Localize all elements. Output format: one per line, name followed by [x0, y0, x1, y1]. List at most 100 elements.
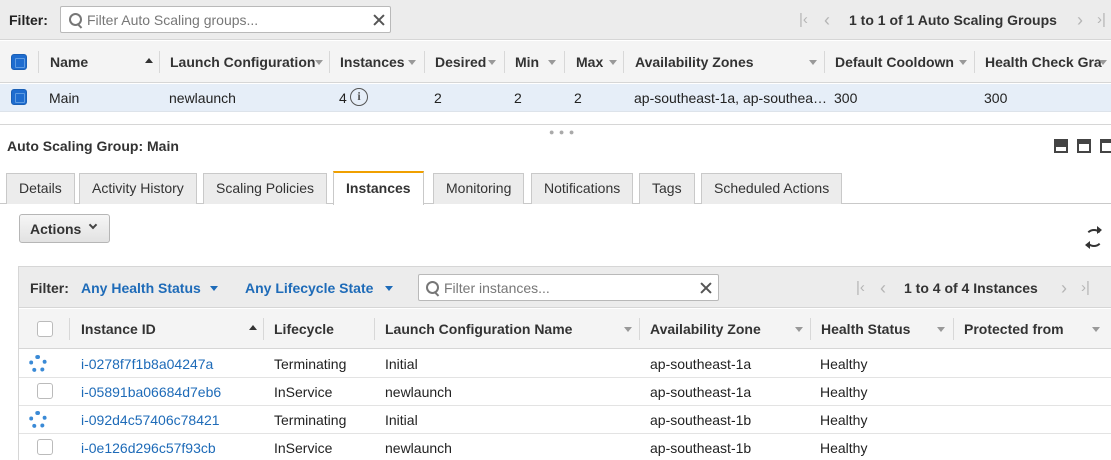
resize-handle-icon[interactable]: ● ● ●: [549, 127, 575, 137]
instances-filter-label: Filter:: [30, 280, 69, 296]
col-name[interactable]: Name: [50, 41, 88, 83]
instance-row[interactable]: i-0278f7f1b8a04247a Terminating Initial …: [19, 350, 1111, 378]
last-page-icon[interactable]: ›|: [1081, 279, 1090, 296]
col-instances[interactable]: Instances: [340, 41, 405, 83]
instance-row[interactable]: i-092d4c57406c78421 Terminating Initial …: [19, 406, 1111, 434]
column-menu-icon[interactable]: [624, 327, 632, 332]
refresh-icon[interactable]: [1085, 226, 1103, 249]
tab-scaling-policies[interactable]: Scaling Policies: [203, 173, 328, 204]
cell-health: Healthy: [820, 412, 868, 428]
column-menu-icon[interactable]: [959, 60, 967, 65]
column-menu-icon[interactable]: [1092, 327, 1100, 332]
col-health-status[interactable]: Health Status: [821, 309, 910, 349]
first-page-icon[interactable]: |‹: [799, 11, 808, 28]
row-checkbox[interactable]: [11, 89, 27, 105]
column-divider: [38, 51, 39, 73]
health-status-dropdown[interactable]: Any Health Status: [81, 280, 201, 296]
column-divider: [623, 51, 624, 73]
lifecycle-state-dropdown[interactable]: Any Lifecycle State: [245, 280, 373, 296]
detail-title: Auto Scaling Group: Main: [7, 138, 179, 154]
tab-tags[interactable]: Tags: [639, 173, 695, 204]
chevron-down-icon[interactable]: [385, 286, 393, 291]
col-instance-id[interactable]: Instance ID: [81, 309, 156, 349]
asg-table-header: Name Launch Configuration Instances Desi…: [0, 41, 1111, 83]
col-availability-zone[interactable]: Availability Zone: [650, 309, 761, 349]
col-default-cooldown[interactable]: Default Cooldown: [835, 41, 954, 83]
col-desired[interactable]: Desired: [435, 41, 486, 83]
select-all-instances-checkbox[interactable]: [37, 321, 53, 337]
tab-details[interactable]: Details: [6, 173, 75, 204]
instances-filter-bar: Filter: Any Health Status Any Lifecycle …: [19, 266, 1111, 308]
prev-page-icon[interactable]: ‹: [880, 278, 886, 299]
cell-lifecycle: Terminating: [274, 356, 347, 372]
tab-notifications[interactable]: Notifications: [531, 173, 634, 204]
instance-id-link[interactable]: i-05891ba06684d7eb6: [81, 384, 221, 400]
tab-monitoring[interactable]: Monitoring: [433, 173, 525, 204]
column-menu-icon[interactable]: [548, 60, 556, 65]
col-health-check-grace[interactable]: Health Check Gra: [985, 41, 1102, 83]
column-divider: [263, 318, 264, 340]
spinner-icon: [29, 355, 47, 373]
column-divider: [810, 318, 811, 340]
chevron-down-icon[interactable]: [210, 286, 218, 291]
column-divider: [824, 51, 825, 73]
actions-button[interactable]: Actions: [19, 214, 110, 243]
instances-search-box[interactable]: [418, 274, 719, 301]
col-protected-from[interactable]: Protected from: [964, 309, 1064, 349]
col-max[interactable]: Max: [576, 41, 603, 83]
sort-asc-icon[interactable]: [249, 325, 257, 330]
col-availability-zones[interactable]: Availability Zones: [635, 41, 754, 83]
prev-page-icon[interactable]: ‹: [824, 10, 830, 31]
row-checkbox[interactable]: [37, 439, 53, 455]
clear-search-icon[interactable]: [372, 13, 386, 27]
cell-max: 2: [574, 90, 582, 106]
cell-lifecycle: Terminating: [274, 412, 347, 428]
cell-health: Healthy: [820, 356, 868, 372]
instance-id-link[interactable]: i-092d4c57406c78421: [81, 412, 220, 428]
column-menu-icon[interactable]: [488, 60, 496, 65]
layout-minimize-icon[interactable]: [1100, 139, 1111, 153]
select-all-checkbox[interactable]: [11, 54, 27, 70]
col-min[interactable]: Min: [515, 41, 539, 83]
instance-id-link[interactable]: i-0278f7f1b8a04247a: [81, 356, 213, 372]
info-icon[interactable]: i: [350, 88, 368, 106]
column-menu-icon[interactable]: [408, 60, 416, 65]
sort-asc-icon[interactable]: [145, 58, 153, 63]
column-menu-icon[interactable]: [1099, 60, 1107, 65]
cell-availability-zones: ap-southeast-1a, ap-southea…: [634, 90, 828, 106]
column-menu-icon[interactable]: [609, 60, 617, 65]
asg-search-box[interactable]: [60, 6, 391, 33]
col-lifecycle[interactable]: Lifecycle: [274, 309, 334, 349]
column-divider: [329, 51, 330, 73]
tab-scheduled-actions[interactable]: Scheduled Actions: [701, 173, 843, 204]
cell-zone: ap-southeast-1a: [650, 356, 752, 372]
asg-row-main[interactable]: Main newlaunch 4 i 2 2 2 ap-southeast-1a…: [0, 84, 1111, 112]
clear-search-icon[interactable]: [699, 281, 713, 295]
asg-search-input[interactable]: [87, 11, 357, 29]
spinner-icon: [29, 411, 47, 429]
column-divider: [953, 318, 954, 340]
row-checkbox[interactable]: [37, 383, 53, 399]
tab-activity-history[interactable]: Activity History: [79, 173, 197, 204]
instance-row[interactable]: i-0e126d296c57f93cb InService newlaunch …: [19, 434, 1111, 460]
instance-row[interactable]: i-05891ba06684d7eb6 InService newlaunch …: [19, 378, 1111, 406]
cell-zone: ap-southeast-1a: [650, 384, 752, 400]
col-launch-configuration-name[interactable]: Launch Configuration Name: [385, 309, 572, 349]
column-menu-icon[interactable]: [315, 60, 323, 65]
cell-zone: ap-southeast-1b: [650, 412, 752, 428]
next-page-icon[interactable]: ›: [1077, 10, 1083, 31]
last-page-icon[interactable]: ›|: [1097, 11, 1106, 28]
column-menu-icon[interactable]: [809, 60, 817, 65]
layout-split-icon[interactable]: [1077, 139, 1091, 153]
col-launch-configuration[interactable]: Launch Configuration: [170, 41, 315, 83]
first-page-icon[interactable]: |‹: [856, 279, 865, 296]
filter-label: Filter:: [9, 12, 48, 28]
column-menu-icon[interactable]: [795, 327, 803, 332]
column-divider: [639, 318, 640, 340]
column-menu-icon[interactable]: [937, 327, 945, 332]
layout-maximize-icon[interactable]: [1054, 139, 1068, 153]
tab-instances[interactable]: Instances: [333, 171, 424, 205]
instance-id-link[interactable]: i-0e126d296c57f93cb: [81, 440, 216, 456]
next-page-icon[interactable]: ›: [1061, 278, 1067, 299]
instances-search-input[interactable]: [444, 279, 684, 297]
